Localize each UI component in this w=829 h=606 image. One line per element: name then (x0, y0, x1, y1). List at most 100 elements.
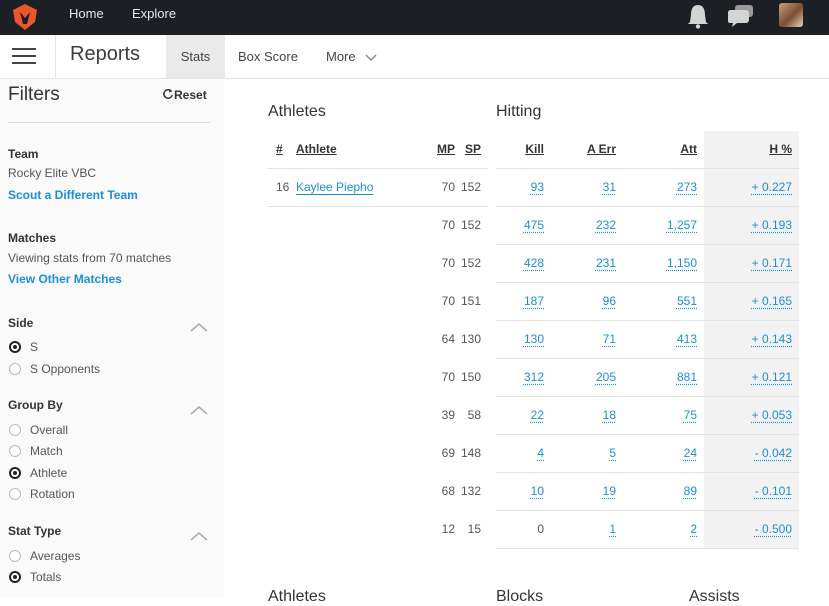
table-row: 39 58 22 18 75 + 0.053 (268, 395, 799, 434)
side-option-opponents-label[interactable]: S Opponents (30, 362, 100, 376)
notifications-bell-icon[interactable] (684, 3, 712, 29)
hitting-pct-link[interactable]: + 0.227 (752, 180, 792, 194)
col-header-number[interactable]: # (268, 131, 296, 168)
filters-sidebar: Filters Reset Team Rocky Elite VBC Scout… (0, 79, 224, 597)
bottom-blocks-title: Blocks (496, 588, 544, 605)
side-option-opponents-radio[interactable] (9, 363, 21, 375)
top-navbar: Home Explore (0, 0, 829, 35)
group-by-rotation-radio[interactable] (9, 488, 21, 500)
attempts-link[interactable]: 75 (684, 408, 697, 422)
group-by-collapse-chevron-icon[interactable] (190, 405, 208, 415)
tab-stats[interactable]: Stats (166, 35, 225, 78)
side-option-s-label[interactable]: S (30, 340, 38, 354)
col-header-mp[interactable]: MP (418, 131, 455, 168)
attack-errors-link[interactable]: 31 (603, 180, 616, 194)
table-row: 70 152 428 231 1,150 + 0.171 (268, 243, 799, 282)
hitting-pct-link[interactable]: + 0.143 (752, 332, 792, 346)
attack-errors-link[interactable]: 231 (596, 256, 616, 270)
user-avatar[interactable] (779, 3, 803, 27)
kills-link[interactable]: 312 (524, 370, 544, 384)
attack-errors-link[interactable]: 19 (603, 484, 616, 498)
kills-link[interactable]: 4 (537, 446, 544, 460)
attack-errors-link[interactable]: 232 (596, 218, 616, 232)
table-row: 70 152 475 232 1,257 + 0.193 (268, 205, 799, 244)
hitting-section-title: Hitting (496, 103, 542, 120)
col-header-attack-errors[interactable]: A Err (556, 131, 628, 168)
nav-explore-link[interactable]: Explore (132, 0, 176, 35)
col-header-athlete[interactable]: Athlete (296, 131, 418, 168)
attempts-link[interactable]: 273 (677, 180, 697, 194)
matches-played-cell: 70 (441, 370, 455, 384)
attack-errors-link[interactable]: 205 (596, 370, 616, 384)
stat-type-averages-radio[interactable] (9, 550, 21, 562)
tab-more[interactable]: More (326, 35, 377, 78)
group-by-rotation-label[interactable]: Rotation (30, 487, 75, 501)
sets-played-cell: 15 (467, 522, 481, 536)
matches-played-cell: 70 (441, 256, 455, 270)
col-header-kill[interactable]: Kill (496, 131, 556, 168)
stats-table: # Athlete MP SP Kill A Err Att H % 16 Kay… (268, 131, 799, 549)
menu-hamburger-icon[interactable] (0, 35, 56, 78)
kills-link[interactable]: 130 (524, 332, 544, 346)
stat-type-averages-label[interactable]: Averages (30, 549, 80, 563)
jersey-number-cell (268, 205, 296, 244)
attempts-link[interactable]: 89 (684, 484, 697, 498)
scout-different-team-link[interactable]: Scout a Different Team (8, 188, 138, 202)
attempts-link[interactable]: 551 (677, 294, 697, 308)
stat-type-totals-radio[interactable] (9, 571, 21, 583)
jersey-number-cell (268, 320, 296, 358)
attack-errors-link[interactable]: 18 (603, 408, 616, 422)
table-row: 68 132 10 19 89 - 0.101 (268, 471, 799, 510)
group-by-athlete-label[interactable]: Athlete (30, 466, 67, 480)
group-by-overall-label[interactable]: Overall (30, 423, 68, 437)
hitting-pct-link[interactable]: + 0.193 (752, 218, 792, 232)
kills-link[interactable]: 428 (524, 256, 544, 270)
sets-played-cell: 148 (460, 446, 481, 460)
kills-link[interactable]: 475 (524, 218, 544, 232)
side-collapse-chevron-icon[interactable] (190, 322, 208, 332)
team-label: Team (8, 147, 39, 161)
hitting-pct-link[interactable]: - 0.042 (755, 446, 792, 460)
hitting-pct-link[interactable]: - 0.101 (755, 484, 792, 498)
kills-link[interactable]: 10 (531, 484, 544, 498)
reset-button[interactable]: Reset (162, 88, 207, 102)
table-row: 16 Kaylee Piepho 70 152 93 31 273 + 0.227 (268, 167, 799, 206)
col-header-hitting-pct[interactable]: H % (704, 131, 799, 168)
stat-type-collapse-chevron-icon[interactable] (190, 531, 208, 541)
attempts-link[interactable]: 881 (677, 370, 697, 384)
attempts-link[interactable]: 2 (690, 522, 697, 536)
hitting-pct-link[interactable]: + 0.053 (752, 408, 792, 422)
group-by-overall-radio[interactable] (9, 424, 21, 436)
jersey-number-cell (268, 396, 296, 434)
hitting-pct-link[interactable]: + 0.165 (752, 294, 792, 308)
group-by-match-label[interactable]: Match (30, 444, 63, 458)
stat-type-totals-label[interactable]: Totals (30, 570, 61, 584)
group-by-match-radio[interactable] (9, 445, 21, 457)
attempts-link[interactable]: 1,150 (667, 256, 697, 270)
app-logo-icon[interactable] (10, 2, 40, 32)
group-by-athlete-radio[interactable] (9, 467, 21, 479)
attack-errors-link[interactable]: 5 (609, 446, 616, 460)
col-header-attempts[interactable]: Att (628, 131, 704, 168)
kills-link[interactable]: 22 (531, 408, 544, 422)
view-other-matches-link[interactable]: View Other Matches (8, 272, 122, 286)
nav-home-link[interactable]: Home (69, 0, 104, 35)
athlete-name-link[interactable]: Kaylee Piepho (296, 180, 373, 194)
attack-errors-link[interactable]: 71 (603, 332, 616, 346)
tab-box-score[interactable]: Box Score (238, 35, 298, 78)
athletes-section-title: Athletes (268, 103, 326, 120)
jersey-number-cell: 16 (268, 167, 296, 206)
attack-errors-link[interactable]: 96 (603, 294, 616, 308)
attempts-link[interactable]: 413 (677, 332, 697, 346)
kills-link[interactable]: 93 (531, 180, 544, 194)
messages-chat-icon[interactable] (727, 3, 755, 29)
attack-errors-link[interactable]: 1 (609, 522, 616, 536)
col-header-sp[interactable]: SP (455, 131, 488, 168)
kills-link[interactable]: 187 (524, 294, 544, 308)
attempts-link[interactable]: 1,257 (667, 218, 697, 232)
hitting-pct-link[interactable]: - 0.500 (755, 522, 792, 536)
hitting-pct-link[interactable]: + 0.171 (752, 256, 792, 270)
attempts-link[interactable]: 24 (684, 446, 697, 460)
hitting-pct-link[interactable]: + 0.121 (752, 370, 792, 384)
side-option-s-radio[interactable] (9, 341, 21, 353)
